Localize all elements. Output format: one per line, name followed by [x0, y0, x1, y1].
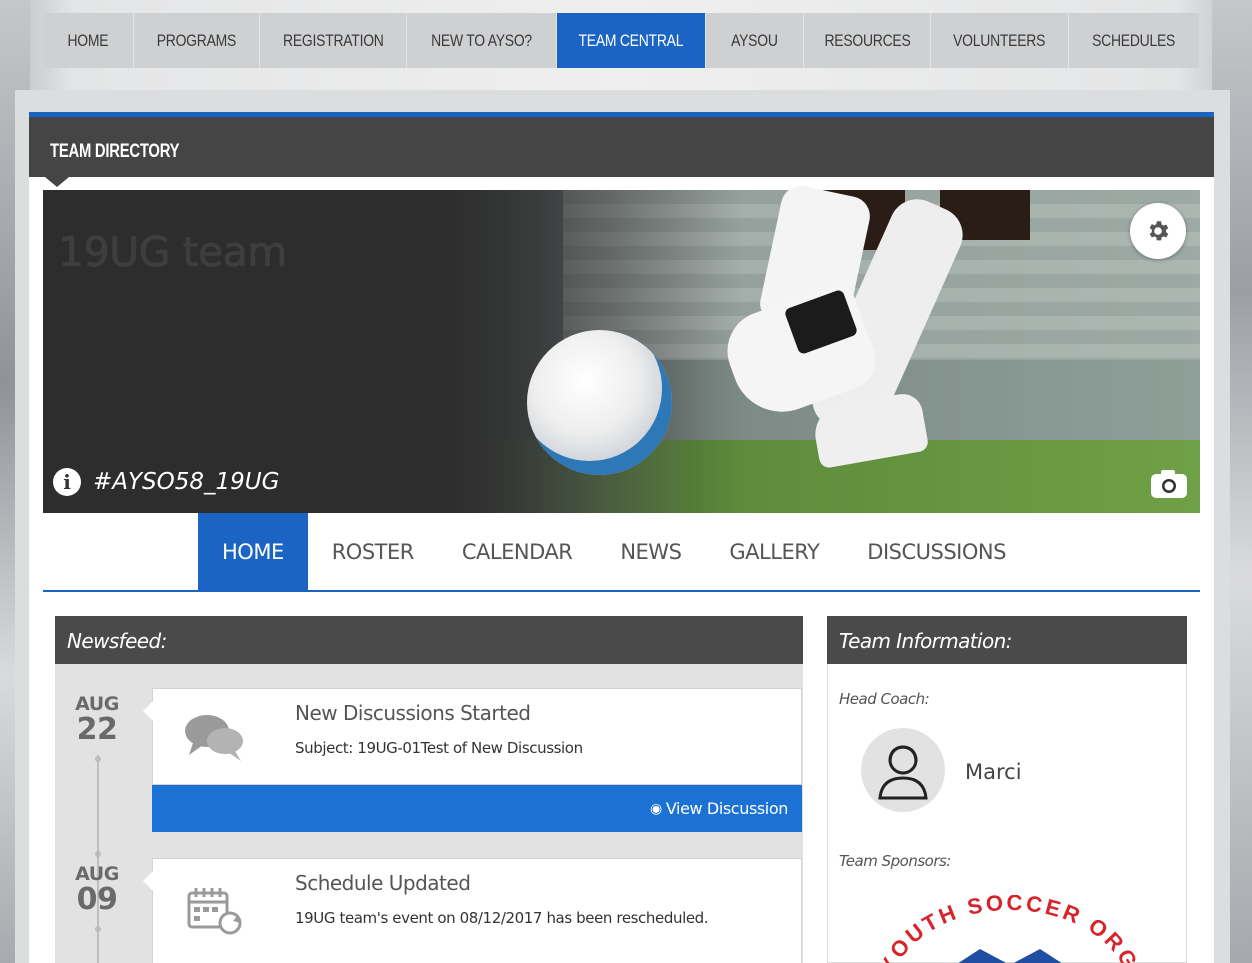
- camera-icon[interactable]: [1149, 468, 1189, 500]
- timeline-dot: [95, 756, 101, 762]
- view-discussion-label: View Discussion: [665, 799, 789, 818]
- feed-item: Schedule Updated 19UG team's event on 08…: [143, 858, 802, 963]
- tab-news[interactable]: NEWS: [596, 513, 705, 590]
- gear-icon: [1149, 221, 1169, 241]
- team-name: 19UG team: [58, 228, 287, 276]
- sponsor-logo-text: YOUTH SOCCER ORG: [874, 895, 1140, 963]
- feed-item-text: Subject: 19UG-01Test of New Discussion: [295, 739, 583, 757]
- chat-bubbles-icon: [183, 711, 253, 766]
- feed-date-day: 09: [76, 882, 118, 917]
- newsfeed-header: Newsfeed:: [55, 616, 803, 664]
- newsfeed-title: Newsfeed:: [67, 629, 167, 653]
- nav-aysou[interactable]: AYSOU: [706, 13, 804, 68]
- head-coach-name[interactable]: Marci: [965, 760, 1022, 784]
- nav-registration[interactable]: REGISTRATION: [260, 13, 407, 68]
- calendar-refresh-icon: [185, 885, 255, 940]
- sponsor-logo[interactable]: YOUTH SOCCER ORG: [870, 895, 1150, 963]
- feed-date: AUG 22: [67, 693, 127, 745]
- banner-settings-button[interactable]: [1130, 203, 1186, 259]
- nav-schedules[interactable]: SCHEDULES: [1069, 13, 1199, 68]
- avatar[interactable]: [861, 728, 945, 812]
- nav-volunteers[interactable]: VOLUNTEERS: [931, 13, 1069, 68]
- nav-new-to-ayso[interactable]: NEW TO AYSO?: [407, 13, 557, 68]
- section-header-notch: [45, 177, 69, 187]
- svg-text:YOUTH SOCCER ORG: YOUTH SOCCER ORG: [874, 895, 1143, 963]
- eye-icon: ◉: [650, 800, 662, 817]
- tab-discussions[interactable]: DISCUSSIONS: [843, 513, 1030, 590]
- team-info-header: Team Information:: [827, 616, 1187, 664]
- timeline-dot: [95, 926, 101, 932]
- nav-programs[interactable]: PROGRAMS: [134, 13, 260, 68]
- person-icon: [878, 745, 928, 800]
- head-coach-label: Head Coach:: [839, 690, 930, 708]
- feed-date: AUG 09: [67, 863, 127, 915]
- nav-home[interactable]: HOME: [43, 13, 134, 68]
- tab-calendar[interactable]: CALENDAR: [438, 513, 596, 590]
- nav-resources[interactable]: RESOURCES: [804, 13, 931, 68]
- tab-home[interactable]: HOME: [198, 513, 308, 590]
- feed-date-day: 22: [76, 712, 118, 747]
- feed-item: New Discussions Started Subject: 19UG-01…: [143, 688, 802, 785]
- tab-roster[interactable]: ROSTER: [308, 513, 438, 590]
- team-hashtag-row: i #AYSO58_19UG: [53, 468, 279, 496]
- top-navigation: HOME PROGRAMS REGISTRATION NEW TO AYSO? …: [43, 13, 1199, 68]
- feed-item-pointer: [143, 701, 153, 721]
- section-header: TEAM DIRECTORY: [29, 117, 1214, 177]
- info-icon[interactable]: i: [53, 468, 81, 496]
- tabs-underline: [43, 590, 1200, 592]
- team-hashtag: #AYSO58_19UG: [93, 469, 280, 495]
- tab-gallery[interactable]: GALLERY: [705, 513, 843, 590]
- timeline-dot: [95, 851, 101, 857]
- feed-item-title: Schedule Updated: [295, 871, 471, 895]
- banner-photo-soccer-ball: [527, 330, 672, 475]
- view-discussion-button[interactable]: ◉ View Discussion: [152, 785, 802, 832]
- feed-item-text: 19UG team's event on 08/12/2017 has been…: [295, 909, 709, 927]
- team-sponsors-label: Team Sponsors:: [839, 852, 951, 870]
- feed-item-pointer: [143, 871, 153, 891]
- team-tabs: HOME ROSTER CALENDAR NEWS GALLERY DISCUS…: [198, 513, 1030, 590]
- team-info-title: Team Information:: [839, 629, 1012, 653]
- nav-team-central[interactable]: TEAM CENTRAL: [557, 13, 706, 68]
- section-title: TEAM DIRECTORY: [50, 141, 180, 162]
- feed-item-title: New Discussions Started: [295, 701, 531, 725]
